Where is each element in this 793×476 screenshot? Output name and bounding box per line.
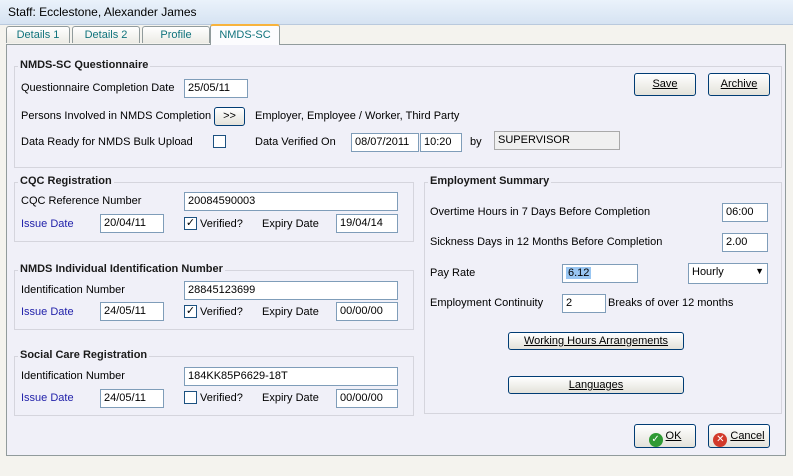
scr-expiry-field[interactable]: 00/00/00 [336, 389, 398, 408]
completion-date-label: Questionnaire Completion Date [21, 82, 175, 94]
pay-rate-unit-select[interactable]: Hourly ▼ [688, 263, 768, 284]
nmds-id-issue-field[interactable]: 24/05/11 [100, 302, 164, 321]
cancel-button-label: Cancel [730, 430, 765, 442]
scr-verified-label: Verified? [200, 392, 243, 404]
save-button[interactable]: Save [634, 73, 696, 96]
sickness-label: Sickness Days in 12 Months Before Comple… [430, 236, 663, 248]
cqc-issue-field[interactable]: 20/04/11 [100, 214, 164, 233]
cqc-expiry-field[interactable]: 19/04/14 [336, 214, 398, 233]
verified-on-label: Data Verified On [255, 136, 336, 148]
continuity-field[interactable]: 2 [562, 294, 606, 313]
nmds-id-expiry-field[interactable]: 00/00/00 [336, 302, 398, 321]
window-title: Staff: Ecclestone, Alexander James [8, 5, 197, 19]
persons-label: Persons Involved in NMDS Completion [21, 110, 212, 122]
languages-button-label: Languages [568, 379, 624, 391]
close-icon: ✕ [713, 433, 728, 447]
pay-rate-unit-value: Hourly [692, 266, 724, 278]
persons-value: Employer, Employee / Worker, Third Party [255, 110, 460, 122]
nmds-id-verified-checkbox[interactable]: ✓ [184, 305, 197, 318]
completion-date-field[interactable]: 25/05/11 [184, 79, 248, 98]
cqc-issue-label[interactable]: Issue Date [21, 218, 74, 230]
scr-verified-checkbox[interactable] [184, 391, 197, 404]
cqc-verified-label: Verified? [200, 218, 243, 230]
pay-rate-field[interactable]: 6.12 [562, 264, 638, 283]
by-label: by [470, 136, 482, 148]
archive-button-label: Archive [720, 78, 758, 90]
overtime-field[interactable]: 06:00 [722, 203, 768, 222]
cancel-button[interactable]: ✕ Cancel [708, 424, 770, 448]
persons-expand-button[interactable]: >> [214, 107, 245, 126]
title-bar: Staff: Ecclestone, Alexander James [0, 0, 793, 25]
bulk-upload-checkbox[interactable] [213, 135, 226, 148]
continuity-label: Employment Continuity [430, 297, 544, 309]
cqc-expiry-label: Expiry Date [262, 218, 319, 230]
tab-profile[interactable]: Profile [142, 26, 210, 43]
nmds-id-expiry-label: Expiry Date [262, 306, 319, 318]
overtime-label: Overtime Hours in 7 Days Before Completi… [430, 206, 651, 218]
nmds-id-issue-label[interactable]: Issue Date [21, 306, 74, 318]
pay-rate-label: Pay Rate [430, 267, 476, 279]
scr-id-field[interactable]: 184KK85P6629-18T [184, 367, 398, 386]
ok-button-label: OK [665, 430, 682, 442]
check-icon: ✓ [648, 433, 663, 447]
bulk-upload-label: Data Ready for NMDS Bulk Upload [21, 136, 193, 148]
scr-title: Social Care Registration [18, 349, 150, 361]
continuity-suffix: Breaks of over 12 months [608, 297, 734, 309]
tab-details-1[interactable]: Details 1 [6, 26, 70, 43]
nmds-questionnaire-title: NMDS-SC Questionnaire [18, 59, 151, 71]
verified-date-field[interactable]: 08/07/2011 [351, 133, 419, 152]
scr-expiry-label: Expiry Date [262, 392, 319, 404]
working-hours-button[interactable]: Working Hours Arrangements [508, 332, 684, 350]
cqc-ref-field[interactable]: 20084590003 [184, 192, 398, 211]
languages-button[interactable]: Languages [508, 376, 684, 394]
scr-id-label: Identification Number [21, 370, 125, 382]
ok-button[interactable]: ✓ OK [634, 424, 696, 448]
scr-issue-label[interactable]: Issue Date [21, 392, 74, 404]
archive-button[interactable]: Archive [708, 73, 770, 96]
chevron-down-icon[interactable]: ▼ [755, 266, 764, 276]
sickness-field[interactable]: 2.00 [722, 233, 768, 252]
save-button-label: Save [652, 78, 678, 90]
employment-title: Employment Summary [428, 175, 552, 187]
nmds-id-label: Identification Number [21, 284, 125, 296]
cqc-group [14, 182, 414, 242]
tab-nmds-sc[interactable]: NMDS-SC [210, 24, 280, 45]
nmds-id-field[interactable]: 28845123699 [184, 281, 398, 300]
working-hours-button-label: Working Hours Arrangements [523, 335, 669, 347]
nmds-id-group [14, 270, 414, 330]
verified-by-field: SUPERVISOR [494, 131, 620, 150]
cqc-title: CQC Registration [18, 175, 114, 187]
cqc-verified-checkbox[interactable]: ✓ [184, 217, 197, 230]
scr-issue-field[interactable]: 24/05/11 [100, 389, 164, 408]
pay-rate-value: 6.12 [566, 267, 592, 279]
cqc-ref-label: CQC Reference Number [21, 195, 142, 207]
verified-time-field[interactable]: 10:20 [420, 133, 462, 152]
tab-details-2[interactable]: Details 2 [72, 26, 140, 43]
nmds-id-verified-label: Verified? [200, 306, 243, 318]
nmds-id-title: NMDS Individual Identification Number [18, 263, 225, 275]
